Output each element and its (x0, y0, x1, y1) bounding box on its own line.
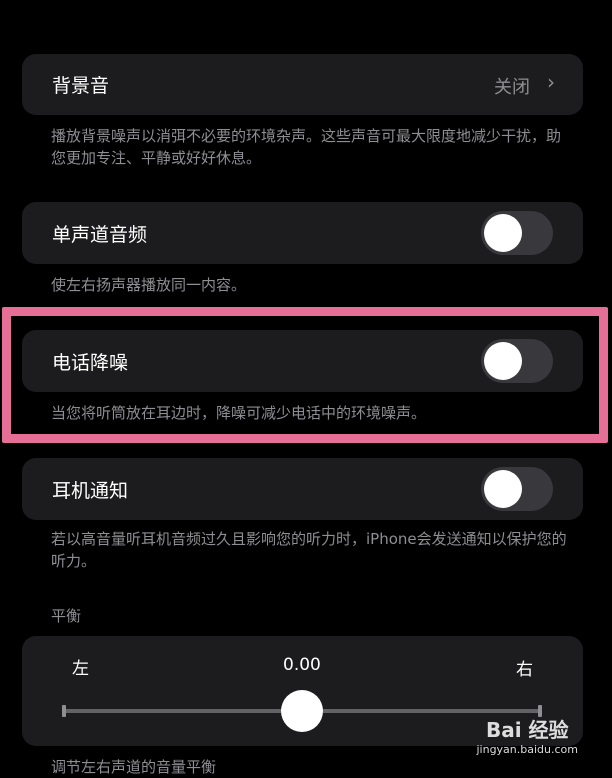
mono-audio-row: 单声道音频 (22, 202, 583, 264)
balance-slider-left-tick (62, 705, 66, 717)
toggle-knob (484, 470, 522, 508)
balance-right-label: 右 (516, 660, 533, 680)
chevron-right-icon: › (547, 70, 555, 94)
background-sounds-value: 关闭 (494, 77, 530, 98)
headphone-notifications-toggle[interactable] (481, 467, 553, 511)
balance-slider-thumb[interactable] (281, 690, 323, 732)
highlight-frame (2, 307, 608, 443)
watermark-brand: Bai 经验 (485, 718, 569, 742)
balance-header: 平衡 (51, 607, 82, 625)
toggle-knob (484, 214, 522, 252)
mono-audio-label: 单声道音频 (52, 224, 148, 246)
background-sounds-row[interactable]: 背景音 关闭 › (22, 54, 583, 115)
balance-left-label: 左 (72, 659, 89, 679)
background-sounds-label: 背景音 (52, 75, 110, 97)
baidu-watermark: Bai 经验 jingyan.baidu.com (476, 714, 578, 756)
balance-value: 0.00 (283, 655, 321, 675)
headphone-notifications-description: 若以高音量听耳机音频过久且影响您的听力时，iPhone会发送通知以保护您的听力。 (51, 530, 567, 570)
balance-description: 调节左右声道的音量平衡 (51, 758, 217, 776)
headphone-notifications-row: 耳机通知 (22, 458, 583, 520)
mono-audio-description: 使左右扬声器播放同一内容。 (51, 276, 247, 294)
headphone-notifications-label: 耳机通知 (52, 480, 129, 502)
mono-audio-toggle[interactable] (481, 211, 553, 255)
watermark-url: jingyan.baidu.com (476, 743, 578, 756)
background-sounds-description: 播放背景噪声以消弭不必要的环境杂声。这些声音可最大限度地减少干扰，助您更加专注、… (51, 127, 562, 167)
